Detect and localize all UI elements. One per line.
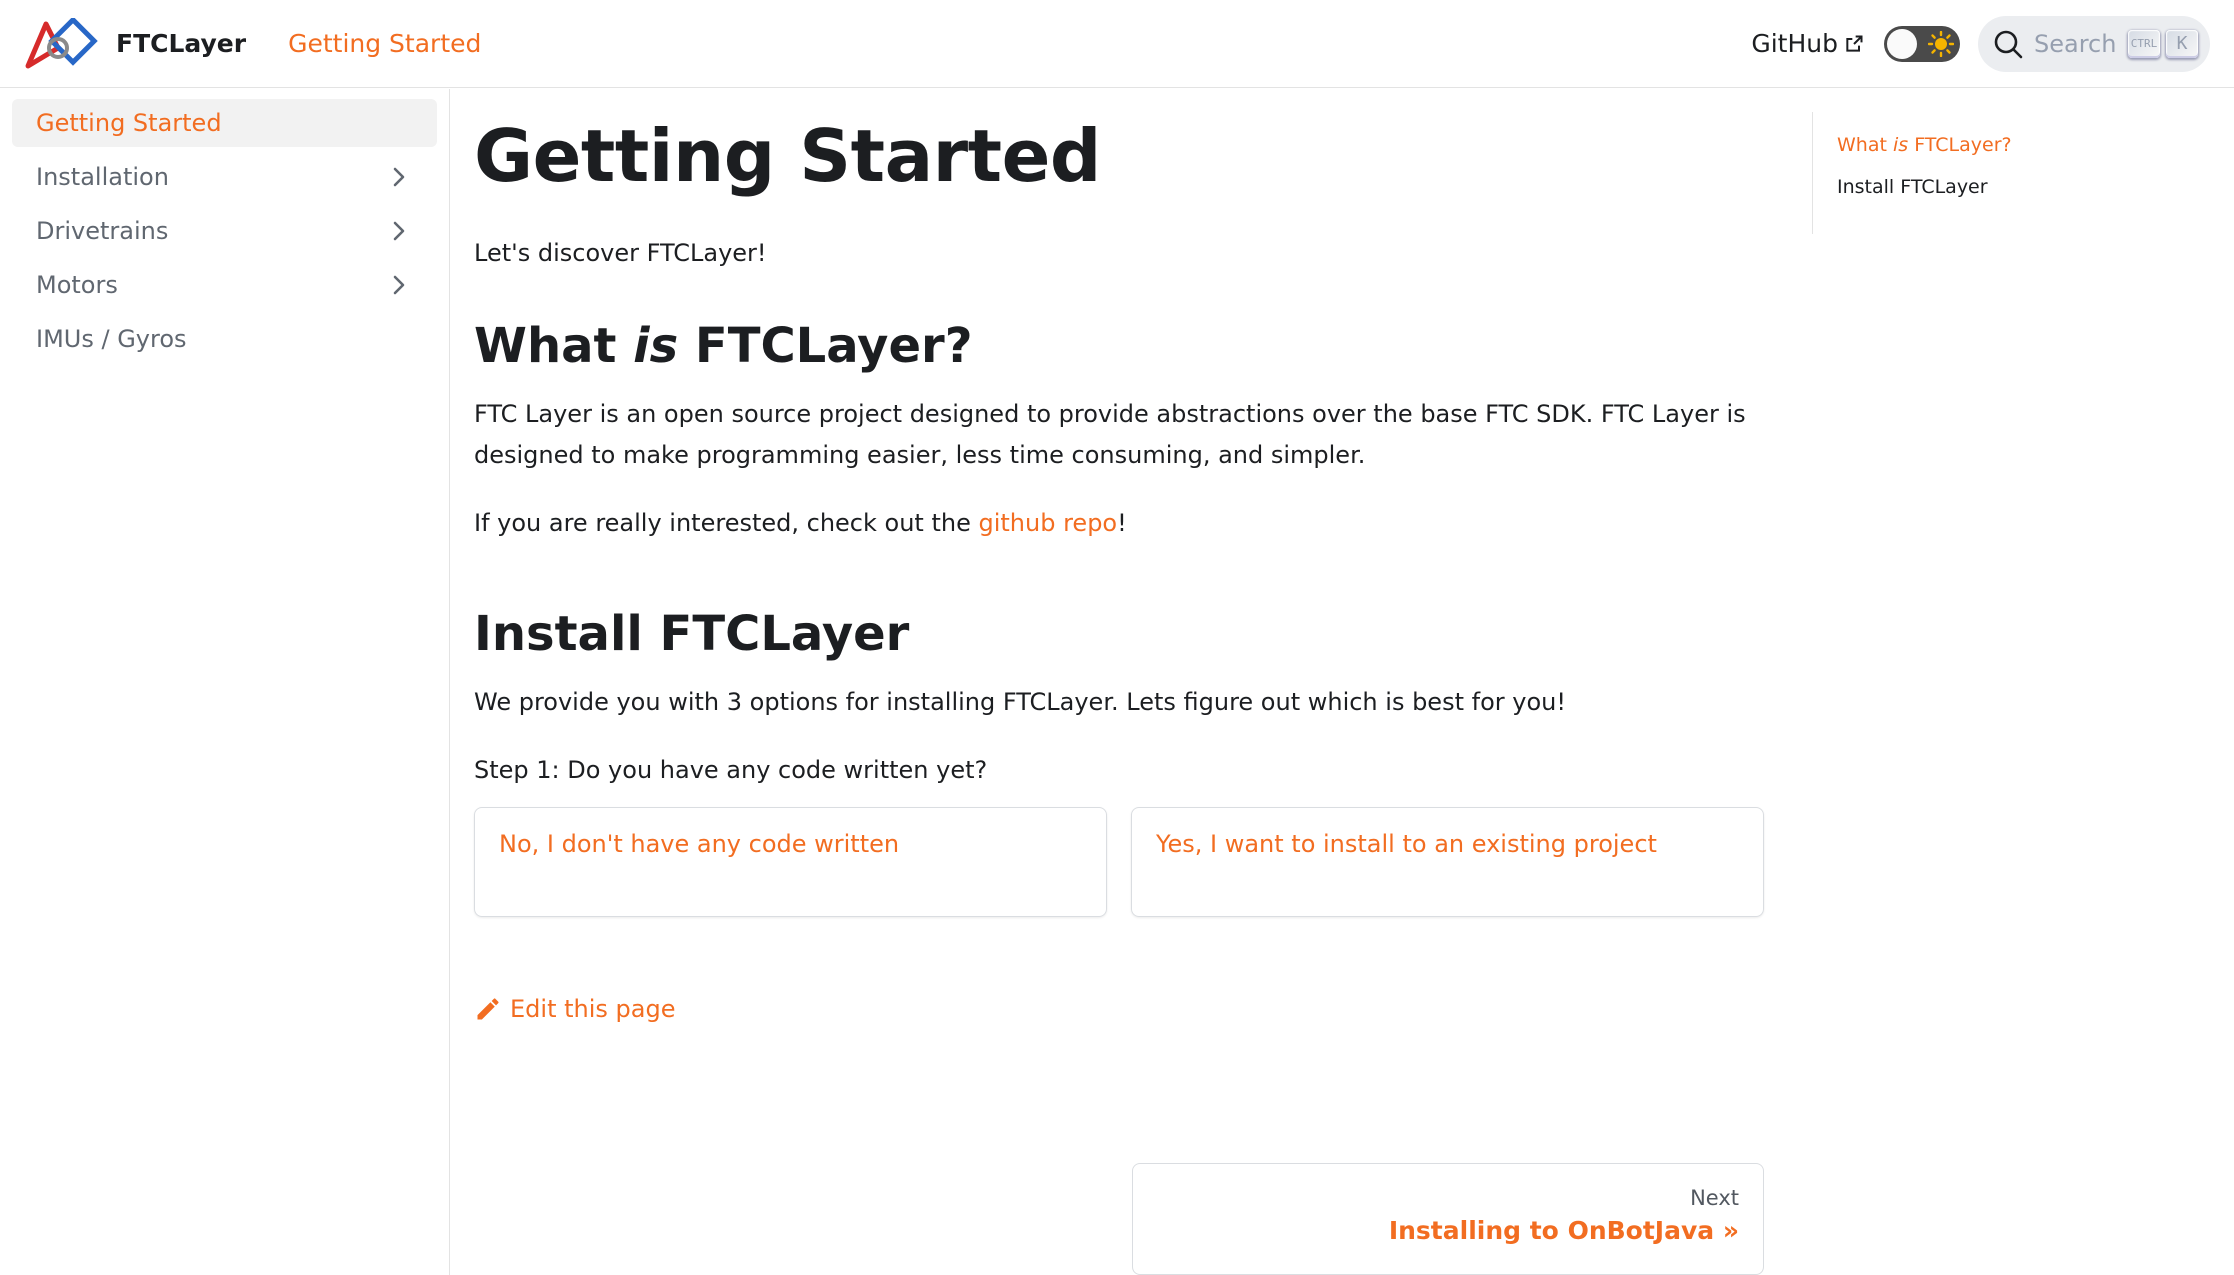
toc-item-install[interactable]: Install FTCLayer <box>1837 176 2192 198</box>
sidebar-item-getting-started[interactable]: Getting Started <box>12 99 437 147</box>
top-navbar: FTCLayer Getting Started GitHub Search C… <box>0 0 2234 88</box>
github-label: GitHub <box>1751 29 1838 58</box>
kbd-ctrl: CTRL <box>2128 29 2160 58</box>
heading-text: FTCLayer? <box>678 318 973 375</box>
sidebar-item-label: Motors <box>36 271 118 299</box>
toggle-knob <box>1887 28 1917 59</box>
intro-text: Let's discover FTCLayer! <box>474 239 767 268</box>
page-title: Getting Started <box>474 114 1101 198</box>
card-no-code[interactable]: No, I don't have any code written <box>474 807 1107 918</box>
interest-paragraph: If you are really interested, check out … <box>474 503 1764 544</box>
pagination-next[interactable]: Next Installing to OnBotJava » <box>1132 1163 1764 1275</box>
sidebar-item-imus-gyros[interactable]: IMUs / Gyros <box>12 315 437 363</box>
main-content: Getting Started Let's discover FTCLayer!… <box>474 89 1764 1275</box>
sidebar-item-motors[interactable]: Motors <box>12 261 437 309</box>
paragraph-text: ! <box>1117 509 1127 538</box>
toc-emphasis: is <box>1892 134 1909 156</box>
card-existing-project[interactable]: Yes, I want to install to an existing pr… <box>1131 807 1764 918</box>
sidebar-item-drivetrains[interactable]: Drivetrains <box>12 207 437 255</box>
sidebar-item-label: Drivetrains <box>36 217 169 245</box>
brand-title: FTCLayer <box>116 29 247 58</box>
heading-what-is: What is FTCLayer? <box>474 316 1764 376</box>
paragraph-text: If you are really interested, check out … <box>474 509 979 538</box>
toc-text: FTCLayer? <box>1908 134 2012 156</box>
sidebar-item-label: Getting Started <box>36 109 222 137</box>
table-of-contents: What is FTCLayer? Install FTCLayer <box>1812 112 2192 234</box>
sidebar-item-installation[interactable]: Installation <box>12 153 437 201</box>
sidebar-item-label: IMUs / Gyros <box>36 325 187 353</box>
sidebar: Getting Started Installation Drivetrains… <box>0 89 450 1275</box>
sidebar-item-label: Installation <box>36 163 169 191</box>
brand[interactable]: FTCLayer <box>24 0 288 88</box>
toc-item-what-is[interactable]: What is FTCLayer? <box>1837 134 2192 156</box>
install-paragraph: We provide you with 3 options for instal… <box>474 688 1566 717</box>
nav-getting-started-link[interactable]: Getting Started <box>288 29 481 58</box>
github-repo-link[interactable]: github repo <box>978 509 1117 537</box>
kbd-k: K <box>2166 29 2198 58</box>
heading-emphasis: is <box>633 318 679 375</box>
chevron-right-icon[interactable] <box>385 271 413 299</box>
pagination-label: Installing to OnBotJava » <box>1388 1216 1739 1245</box>
search-button[interactable]: Search CTRL K <box>1978 15 2210 72</box>
navbar-right: GitHub Search CTRL K <box>1751 0 2210 88</box>
edit-page-label: Edit this page <box>510 995 676 1024</box>
install-option-cards: No, I don't have any code written Yes, I… <box>474 807 1764 918</box>
what-is-paragraph: FTC Layer is an open source project desi… <box>474 400 1746 470</box>
sun-icon <box>1928 30 1954 57</box>
edit-page-link[interactable]: Edit this page <box>474 995 1764 1023</box>
search-placeholder: Search <box>2034 29 2117 58</box>
heading-install: Install FTCLayer <box>474 606 910 663</box>
ftc-logo-icon <box>25 17 98 68</box>
chevron-right-icon[interactable] <box>385 217 413 245</box>
step-text: Step 1: Do you have any code written yet… <box>474 756 988 785</box>
theme-toggle[interactable] <box>1884 25 1960 62</box>
search-icon <box>1994 30 2023 58</box>
heading-text: What <box>474 318 634 375</box>
github-link[interactable]: GitHub <box>1751 29 1864 58</box>
pencil-icon <box>477 998 499 1020</box>
pagination-sublabel: Next <box>1690 1186 1739 1210</box>
external-link-icon <box>1846 35 1863 52</box>
chevron-right-icon[interactable] <box>385 163 413 191</box>
toc-text: What <box>1837 134 1893 156</box>
